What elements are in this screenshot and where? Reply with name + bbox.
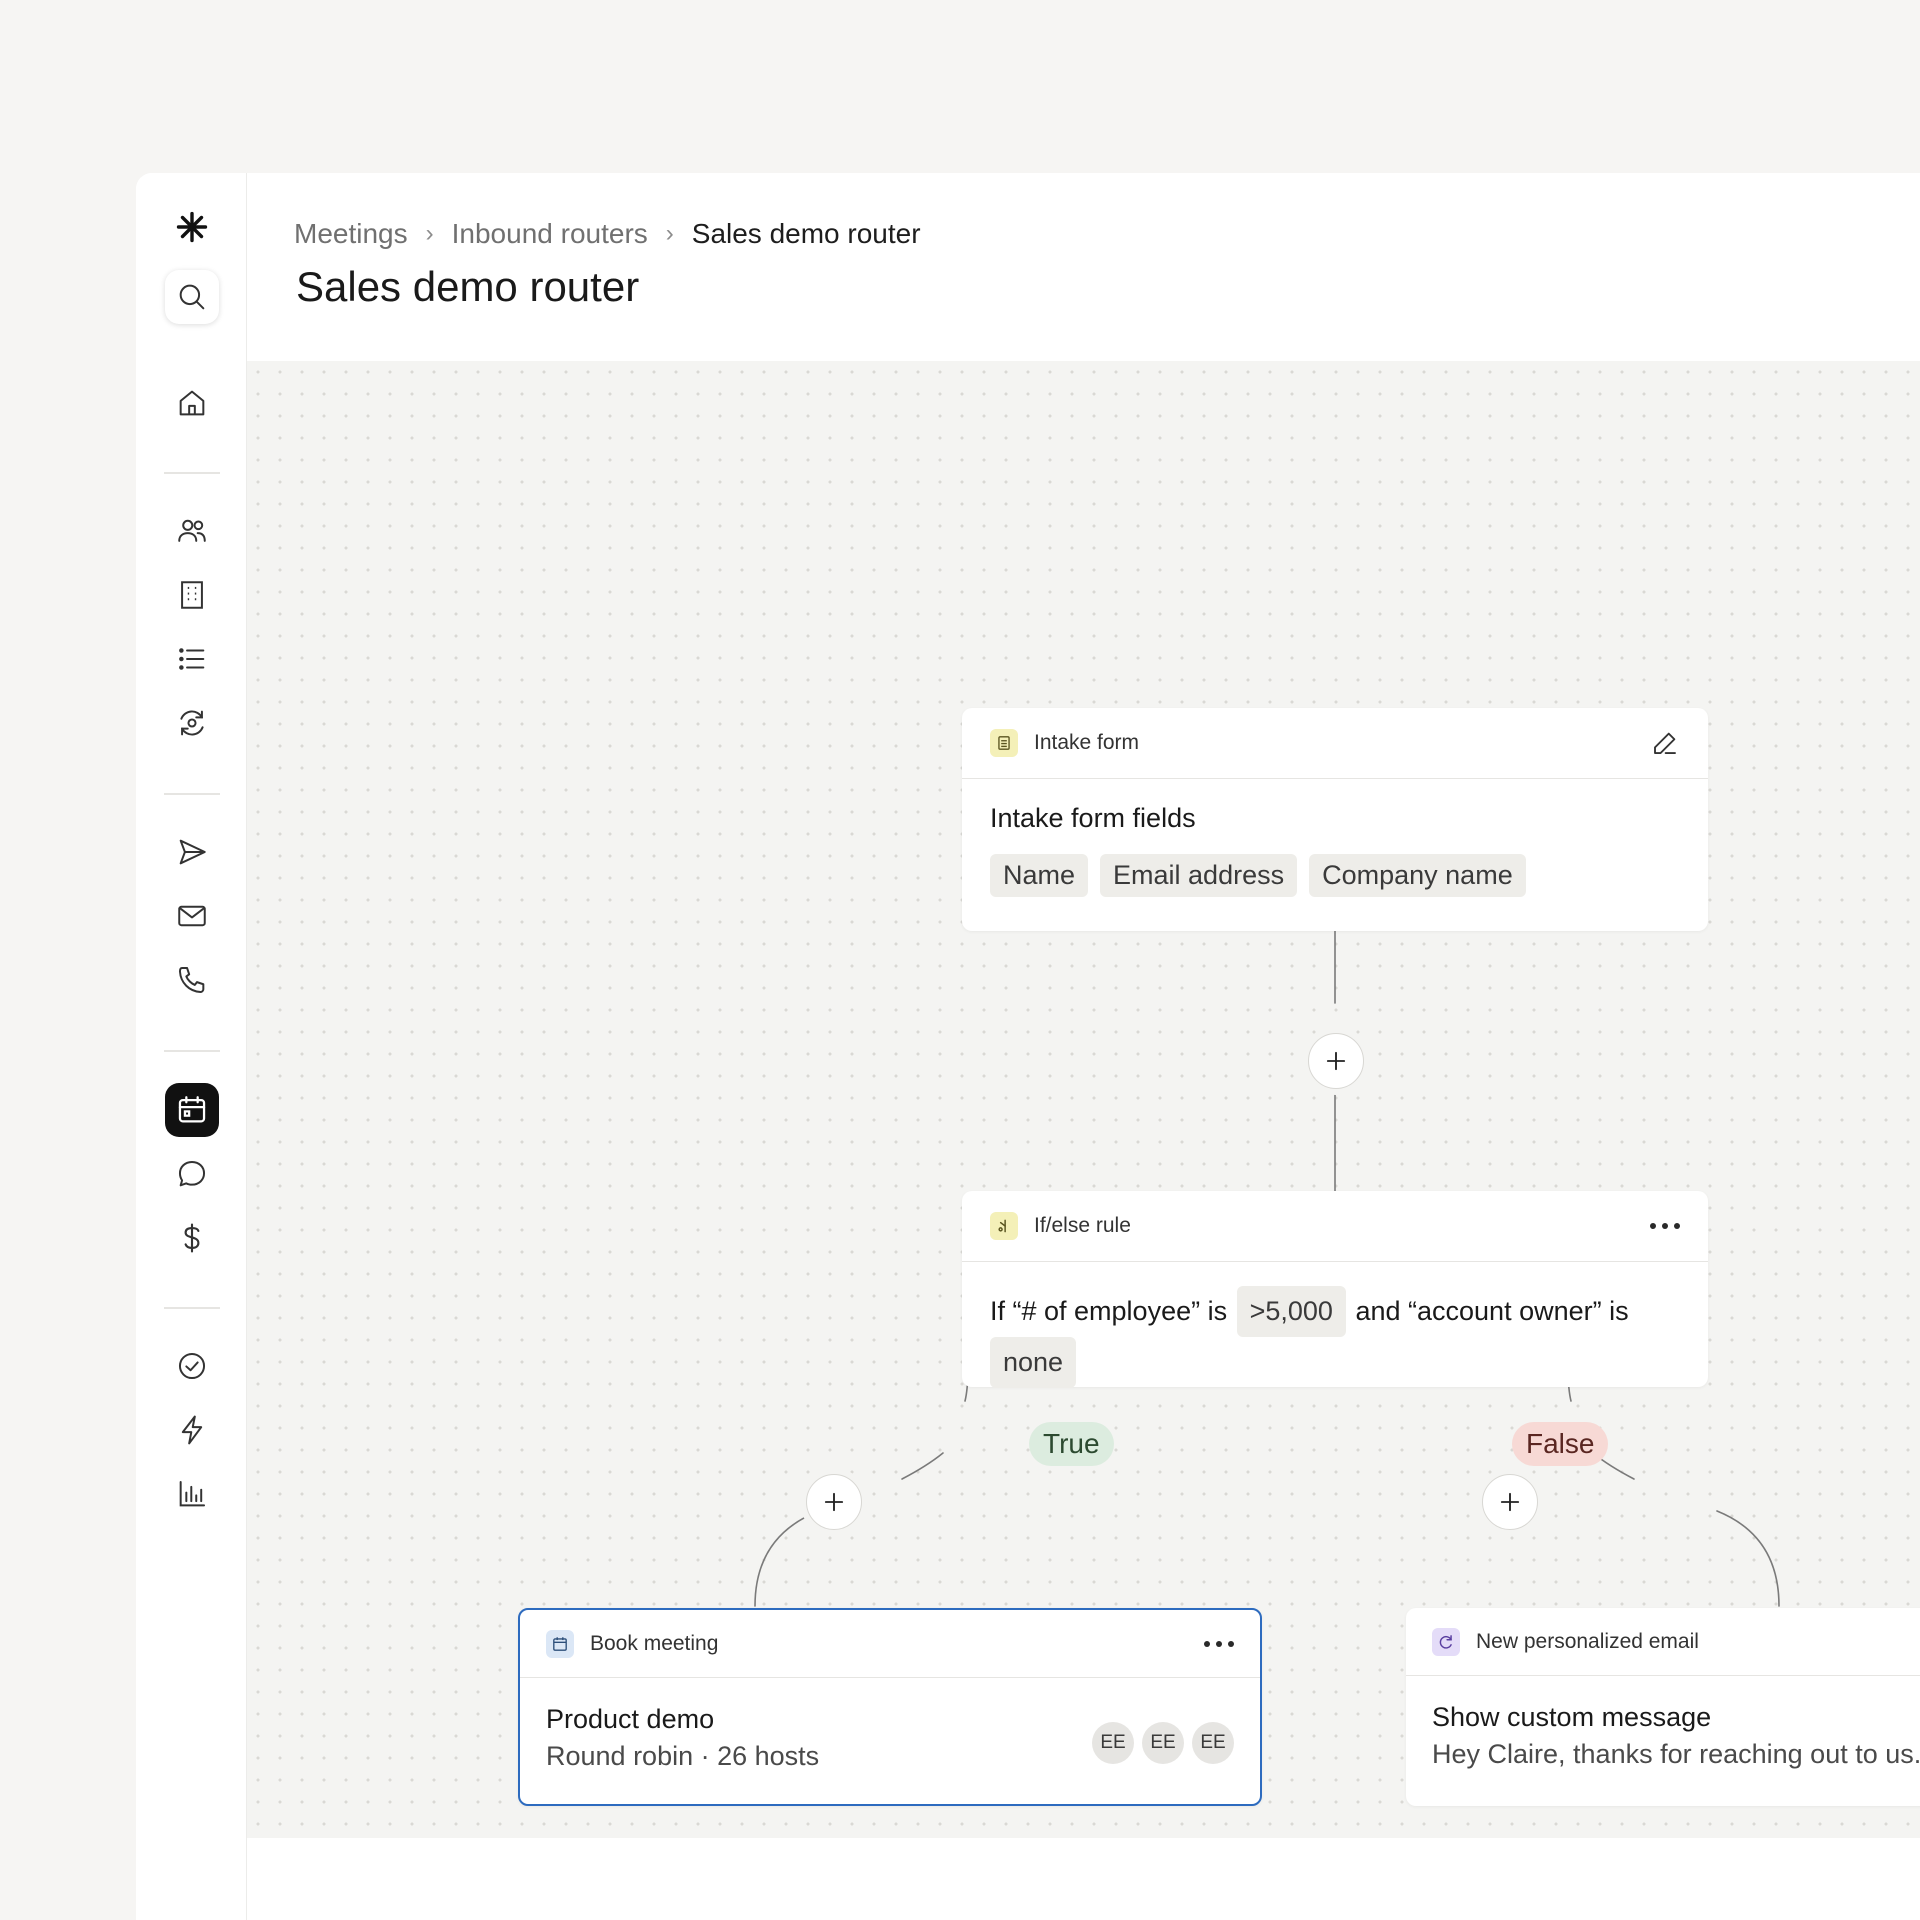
calendar-icon[interactable]: [165, 1083, 219, 1137]
node-type-label: Intake form: [1034, 731, 1140, 754]
edit-pencil-icon[interactable]: [1650, 728, 1680, 758]
condition-text: If “# of employee” is: [990, 1296, 1228, 1326]
field-chip-email: Email address: [1100, 854, 1298, 897]
node-body: Show custom message Hey Claire, thanks f…: [1406, 1676, 1920, 1770]
main-area: Meetings › Inbound routers › Sales demo …: [247, 173, 1920, 1920]
send-icon[interactable]: [165, 825, 219, 879]
node-body: Intake form fields Name Email address Comp…: [962, 779, 1708, 897]
connector-line: [1716, 1510, 1780, 1607]
building-icon[interactable]: [165, 568, 219, 622]
node-header: Book meeting: [520, 1610, 1260, 1678]
condition-value-employees: >5,000: [1236, 1286, 1346, 1337]
chevron-right-icon: ›: [665, 220, 674, 247]
node-header: If/else rule: [962, 1191, 1708, 1262]
asterisk-logo-icon[interactable]: [165, 200, 219, 254]
node-body: Product demo Round robin · 26 hosts EE E…: [520, 1678, 1260, 1772]
condition-text: and “account owner” is: [1355, 1296, 1629, 1326]
refresh-icon: [1432, 1627, 1460, 1656]
breadcrumb: Meetings › Inbound routers › Sales demo …: [294, 218, 921, 250]
search-icon[interactable]: [165, 270, 219, 324]
breadcrumb-current: Sales demo router: [691, 218, 921, 249]
node-type-label: Book meeting: [590, 1631, 719, 1655]
refresh-eye-icon[interactable]: [165, 696, 219, 750]
node-header: Intake form: [962, 708, 1708, 779]
phone-icon[interactable]: [165, 953, 219, 1007]
page-title: Sales demo router: [296, 263, 640, 310]
intake-form-node[interactable]: Intake form Intake form fields Name Email…: [962, 708, 1708, 931]
add-step-button-false[interactable]: [1482, 1474, 1538, 1530]
rule-condition: If “# of employee” is >5,000 and “accoun…: [962, 1262, 1708, 1388]
breadcrumb-meetings[interactable]: Meetings: [294, 218, 408, 250]
host-avatars: EE EE EE: [1084, 1722, 1234, 1764]
branch-false-badge: False: [1512, 1422, 1609, 1466]
if-else-rule-node[interactable]: If/else rule If “# of employee” is >5,00…: [962, 1191, 1708, 1388]
sidebar-divider: [164, 1050, 220, 1052]
avatar: EE: [1192, 1722, 1234, 1764]
field-chip-company: Company name: [1309, 854, 1526, 897]
list-icon[interactable]: [165, 632, 219, 686]
add-step-button[interactable]: [1308, 1033, 1364, 1089]
more-options-icon[interactable]: [1650, 1223, 1680, 1229]
sidebar-divider: [164, 472, 220, 474]
field-chips: Name Email address Company name: [990, 854, 1680, 897]
plus-icon: [1326, 1051, 1346, 1071]
calendar-icon: [546, 1629, 574, 1658]
node-title: Intake form fields: [990, 803, 1196, 833]
app-window: Meetings › Inbound routers › Sales demo …: [136, 173, 1920, 1920]
people-icon[interactable]: [165, 504, 219, 558]
breadcrumb-inbound-routers[interactable]: Inbound routers: [452, 218, 648, 250]
dollar-icon[interactable]: [165, 1211, 219, 1265]
connector-line: [754, 1510, 820, 1607]
connector-line: [901, 1452, 944, 1480]
more-options-icon[interactable]: [1204, 1640, 1234, 1647]
sidebar: [136, 173, 247, 1920]
node-header: New personalized email: [1406, 1608, 1920, 1676]
condition-value-owner: none: [990, 1337, 1077, 1388]
node-type-label: If/else rule: [1034, 1214, 1131, 1237]
email-preview-text: Hey Claire, thanks for reaching out to u…: [1432, 1739, 1920, 1769]
plus-icon: [824, 1492, 844, 1512]
avatar: EE: [1142, 1722, 1184, 1764]
lightning-icon[interactable]: [165, 1403, 219, 1457]
bar-chart-icon[interactable]: [165, 1467, 219, 1521]
node-type-label: New personalized email: [1476, 1629, 1699, 1653]
branch-true-badge: True: [1029, 1422, 1114, 1466]
avatar: EE: [1092, 1722, 1134, 1764]
book-meeting-node[interactable]: Book meeting Product demo Round robin · …: [518, 1608, 1262, 1806]
add-step-button-true[interactable]: [806, 1474, 862, 1530]
sidebar-divider: [164, 1307, 220, 1309]
check-circle-icon[interactable]: [165, 1339, 219, 1393]
personalized-email-node[interactable]: New personalized email Show custom messa…: [1406, 1608, 1920, 1806]
sidebar-divider: [164, 793, 220, 795]
mail-icon[interactable]: [165, 889, 219, 943]
field-chip-name: Name: [990, 854, 1089, 897]
branch-icon: [990, 1212, 1018, 1240]
plus-icon: [1500, 1492, 1520, 1512]
form-icon: [990, 729, 1018, 757]
chat-icon[interactable]: [165, 1147, 219, 1201]
home-icon[interactable]: [165, 376, 219, 430]
workflow-canvas[interactable]: Intake form Intake form fields Name Email…: [247, 361, 1920, 1838]
node-title: Show custom message: [1432, 1702, 1712, 1732]
chevron-right-icon: ›: [425, 220, 434, 247]
